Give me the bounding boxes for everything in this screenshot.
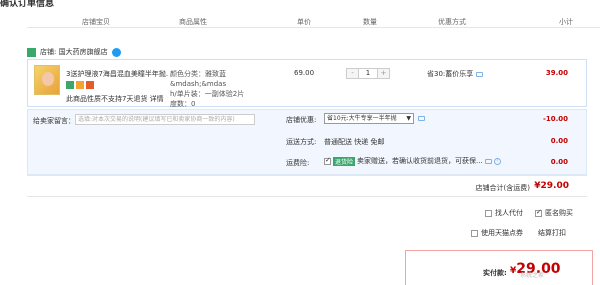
model-face-image: [42, 72, 54, 86]
guarantee-badge-icon[interactable]: [66, 81, 74, 89]
final-payment-box: 实付款: ¥29.00: [405, 250, 593, 285]
attribute-pack: h/单片装：一副体验2片: [170, 90, 245, 98]
shop-row: 店铺: 国大药房旗舰店: [27, 46, 121, 58]
anonymous-checkbox[interactable]: [535, 208, 542, 217]
order-item: 3送护理液7海昌混血美瞳半年抛... 此商品性质不支持7天退货 详情 颜色分类：…: [27, 59, 587, 109]
promotion: 省30:蓄价乐享: [427, 69, 484, 79]
pay-by-other-label: 找人代付: [495, 209, 523, 217]
shop-icon: [27, 47, 36, 57]
pay-by-other-option[interactable]: 找人代付: [485, 208, 523, 218]
insurance-checkbox[interactable]: [324, 156, 331, 165]
insurance-description: 卖家赠送，若确认收货前退货，可获保...: [357, 157, 483, 165]
chat-icon[interactable]: [111, 47, 121, 57]
message-icon[interactable]: [476, 71, 484, 77]
pay-label: 实付款:: [483, 269, 507, 277]
coupon-label: 店铺优惠:: [286, 116, 317, 124]
quantity-increase-button[interactable]: +: [378, 69, 389, 78]
item-subtotal: 39.00: [545, 69, 568, 77]
shop-total-label: 店铺合计(含运费): [475, 184, 530, 192]
shop-total-row: 店铺合计(含运费) ¥29.00: [27, 175, 587, 197]
attribute-power: 度数：0: [170, 100, 196, 108]
service-badges: [66, 81, 94, 89]
page-title: 确认订单信息: [0, 0, 55, 9]
coupon-value: 省10元:大牛专享一半年抛: [327, 115, 397, 122]
column-header-row: 店铺宝贝 商品属性 单价 数量 优惠方式 小计: [27, 14, 600, 28]
insurance-tag: 退货险: [333, 156, 356, 166]
product-thumbnail[interactable]: [34, 65, 60, 95]
settle-label[interactable]: 结算打扣: [538, 228, 566, 238]
shipping-method: 普通配送 快递 免邮: [324, 138, 385, 146]
quantity-stepper: - 1 +: [346, 68, 390, 79]
watermark: 系统之家: [520, 272, 545, 279]
shop-name[interactable]: 店铺: 国大药房旗舰店: [40, 47, 108, 57]
coupon-amount: -10.00: [542, 115, 568, 123]
memo-input[interactable]: 选填:对本次交易的说明(建议填写已和卖家协商一致的内容): [75, 114, 255, 125]
column-header-shop-item: 店铺宝贝: [82, 18, 110, 26]
no-return-notice[interactable]: 此商品性质不支持7天退货 详情: [66, 94, 164, 104]
help-icon[interactable]: ?: [493, 157, 501, 165]
column-header-unit-price: 单价: [297, 18, 311, 26]
coupon-info-icon[interactable]: [418, 116, 425, 121]
quantity-input[interactable]: 1: [358, 69, 378, 78]
shipping-amount: 0.00: [550, 137, 568, 145]
column-header-attributes: 商品属性: [179, 18, 207, 26]
unit-price: 69.00: [294, 69, 315, 77]
invoice-badge-icon[interactable]: [86, 81, 94, 89]
column-header-quantity: 数量: [363, 18, 377, 26]
pay-by-other-checkbox[interactable]: [485, 209, 492, 217]
insurance-info-icon[interactable]: [484, 158, 492, 164]
tmall-points-option[interactable]: 使用天猫点券: [471, 228, 523, 238]
settle-link[interactable]: 结算打扣: [538, 228, 566, 238]
dropdown-arrow-icon: ▼: [406, 115, 411, 122]
promotion-text: 省30:蓄价乐享: [427, 70, 474, 78]
product-name[interactable]: 3送护理液7海昌混血美瞳半年抛...: [66, 69, 168, 79]
credit-badge-icon[interactable]: [76, 81, 84, 89]
insurance-option: 退货险 卖家赠送，若确认收货前退货，可获保... ?: [324, 156, 501, 166]
tmall-points-checkbox[interactable]: [471, 229, 478, 237]
column-header-subtotal: 小计: [559, 18, 573, 26]
quantity-decrease-button[interactable]: -: [347, 69, 358, 78]
product-attributes: 颜色分类：雅致蓝&mdash;&mdas h/单片装：一副体验2片 度数：0: [170, 69, 268, 109]
anonymous-label: 匿名购买: [545, 209, 573, 217]
insurance-label: 运费险:: [286, 159, 310, 167]
insurance-amount: 0.00: [550, 158, 568, 166]
shipping-label: 运送方式:: [286, 138, 317, 146]
anonymous-option[interactable]: 匿名购买: [535, 208, 573, 218]
attribute-color: 颜色分类：雅致蓝&mdash;&mdas: [170, 70, 227, 88]
order-options: 给卖家留言： 选填:对本次交易的说明(建议填写已和卖家协商一致的内容) 店铺优惠…: [27, 109, 587, 175]
tmall-points-label: 使用天猫点券: [481, 229, 523, 237]
memo-label: 给卖家留言：: [33, 117, 75, 125]
shop-total-amount: ¥29.00: [534, 181, 569, 191]
coupon-select[interactable]: 省10元:大牛专享一半年抛 ▼: [324, 113, 414, 124]
column-header-discount: 优惠方式: [438, 18, 466, 26]
